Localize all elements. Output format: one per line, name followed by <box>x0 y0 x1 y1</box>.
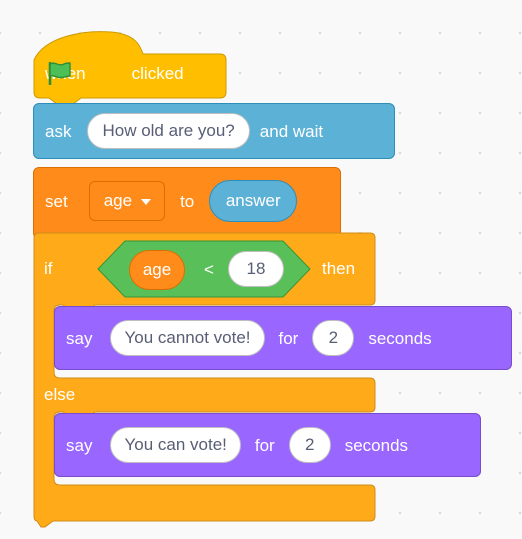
say-for-secs-block-1[interactable]: say You cannot vote! for 2 seconds <box>54 306 512 370</box>
say-seconds-label: seconds <box>368 328 432 348</box>
then-keyword: then <box>322 259 356 278</box>
set-variable-block[interactable]: set age to answer <box>33 167 341 239</box>
set-to-label: to <box>180 191 195 211</box>
variable-dropdown-value: age <box>103 191 133 210</box>
age-variable-reporter[interactable]: age <box>129 250 185 290</box>
hat-clicked-label: clicked <box>131 63 184 83</box>
say-message-input[interactable]: You can vote! <box>110 427 241 463</box>
say-for-label: for <box>254 435 275 455</box>
say-keyword: say <box>66 435 93 455</box>
say-seconds-label: seconds <box>344 435 409 455</box>
say-secs-input[interactable]: 2 <box>288 427 331 463</box>
say-secs-input[interactable]: 2 <box>312 320 355 356</box>
ask-question-input[interactable]: How old are you? <box>87 113 250 149</box>
say-message-input[interactable]: You cannot vote! <box>110 320 265 356</box>
else-keyword: else <box>44 385 76 404</box>
say-for-label: for <box>278 328 299 348</box>
variable-dropdown[interactable]: age <box>88 181 166 221</box>
set-keyword: set <box>45 191 68 211</box>
when-flag-clicked-block[interactable]: when clicked <box>33 28 228 104</box>
dropdown-caret-icon <box>140 191 152 211</box>
say-for-secs-block-2[interactable]: say You can vote! for 2 seconds <box>54 413 481 477</box>
ask-keyword: ask <box>45 121 72 141</box>
ask-and-wait-block[interactable]: ask How old are you? and wait <box>33 103 395 159</box>
if-keyword: if <box>44 259 53 278</box>
green-flag-icon <box>48 61 123 85</box>
answer-reporter[interactable]: answer <box>209 180 298 222</box>
operator-symbol: < <box>204 260 214 279</box>
less-than-operator[interactable]: age < 18 <box>97 240 311 298</box>
script-canvas[interactable]: when clicked ask How old are you? and wa… <box>0 0 522 539</box>
say-keyword: say <box>66 328 93 348</box>
if-else-block[interactable]: if age < 18 then else <box>33 232 377 528</box>
ask-suffix-label: and wait <box>259 121 324 141</box>
condition-right-input[interactable]: 18 <box>228 251 284 287</box>
